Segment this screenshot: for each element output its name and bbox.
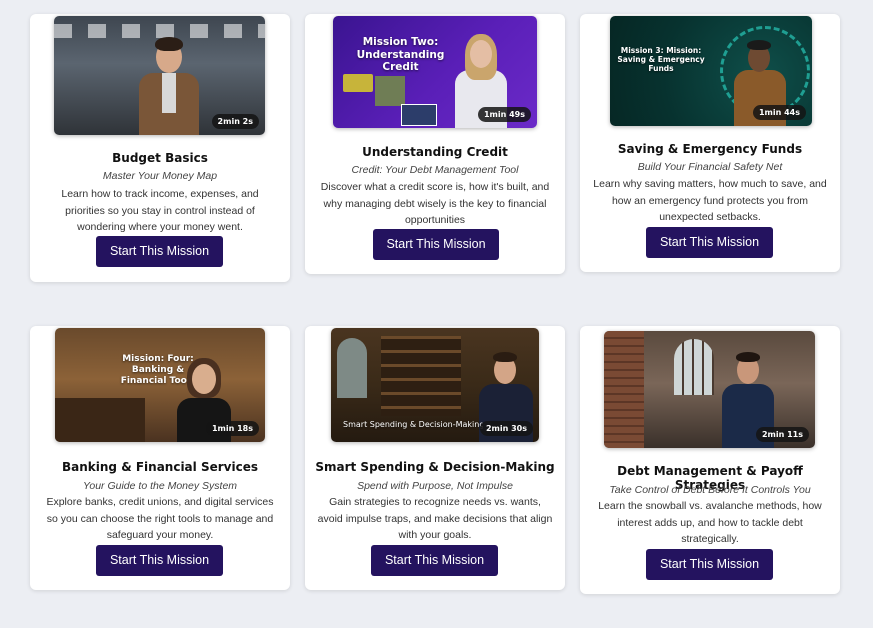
start-mission-button[interactable]: Start This Mission [96, 236, 223, 267]
video-duration: 1min 49s [477, 107, 531, 122]
video-thumbnail[interactable]: 2min 11s [604, 331, 815, 448]
mission-subtitle: Master Your Money Map [102, 170, 218, 182]
mission-subtitle: Take Control of Debt Before It Controls … [609, 484, 811, 496]
mission-subtitle: Your Guide to the Money System [82, 480, 238, 492]
car-image [401, 104, 437, 126]
mission-card-saving-emergency-funds: Mission 3: Mission: Saving & Emergency F… [580, 14, 840, 272]
mission-card-budget-basics: 2min 2s Budget Basics Master Your Money … [30, 14, 290, 282]
mission-subtitle: Build Your Financial Safety Net [637, 161, 783, 173]
video-duration: 1min 18s [205, 421, 259, 436]
mission-title: Smart Spending & Decision-Making [315, 460, 555, 474]
thumbnail-overlay-title: Mission Two: Understanding Credit [356, 36, 445, 74]
video-duration: 2min 30s [479, 421, 533, 436]
credit-card-image [343, 74, 373, 92]
mission-description: Gain strategies to recognize needs vs. w… [317, 496, 553, 541]
video-thumbnail[interactable]: 2min 2s [54, 16, 265, 135]
mission-description: Discover what a credit score is, how it'… [320, 181, 550, 226]
mission-description: Learn the snowball vs. avalanche methods… [598, 500, 822, 545]
video-duration: 2min 2s [211, 114, 259, 129]
mission-description: Explore banks, credit unions, and digita… [46, 496, 274, 541]
mission-description: Learn why saving matters, how much to sa… [593, 178, 827, 223]
arched-window [337, 338, 367, 398]
mission-title: Banking & Financial Services [62, 460, 258, 474]
start-mission-button[interactable]: Start This Mission [373, 229, 499, 260]
video-duration: 2min 11s [755, 427, 809, 442]
mission-title: Understanding Credit [362, 145, 508, 159]
video-duration: 1min 44s [752, 105, 806, 120]
thumbnail-overlay-title: Mission 3: Mission: Saving & Emergency F… [617, 46, 705, 73]
mission-card-smart-spending: Smart Spending & Decision-Making 2min 30… [305, 326, 565, 590]
video-thumbnail[interactable]: Mission 3: Mission: Saving & Emergency F… [610, 16, 812, 126]
presenter-figure [134, 29, 204, 135]
house-image [375, 76, 405, 106]
thumbnail-overlay-title: Smart Spending & Decision-Making [343, 420, 483, 429]
video-thumbnail[interactable]: Smart Spending & Decision-Making 2min 30… [331, 328, 539, 442]
brick-wall [604, 331, 644, 448]
start-mission-button[interactable]: Start This Mission [371, 545, 498, 576]
mission-card-banking-financial-services: Mission: Four: Banking & Financial Tools… [30, 326, 290, 590]
video-thumbnail[interactable]: Mission Two: Understanding Credit 1min 4… [333, 16, 537, 128]
start-mission-button[interactable]: Start This Mission [646, 227, 773, 258]
boardroom-table [55, 398, 145, 442]
start-mission-button[interactable]: Start This Mission [646, 549, 773, 580]
mission-subtitle: Spend with Purpose, Not Impulse [357, 480, 513, 492]
mission-card-understanding-credit: Mission Two: Understanding Credit 1min 4… [305, 14, 565, 274]
mission-subtitle: Credit: Your Debt Management Tool [351, 164, 519, 176]
mission-title: Budget Basics [112, 151, 208, 165]
video-thumbnail[interactable]: Mission: Four: Banking & Financial Tools… [55, 328, 265, 442]
mission-description: Learn how to track income, expenses, and… [61, 188, 259, 233]
large-windows [674, 339, 714, 395]
start-mission-button[interactable]: Start This Mission [96, 545, 223, 576]
mission-title: Saving & Emergency Funds [617, 142, 803, 156]
mission-card-debt-management: 2min 11s Debt Management & Payoff Strate… [580, 326, 840, 594]
bookshelves [381, 336, 461, 416]
